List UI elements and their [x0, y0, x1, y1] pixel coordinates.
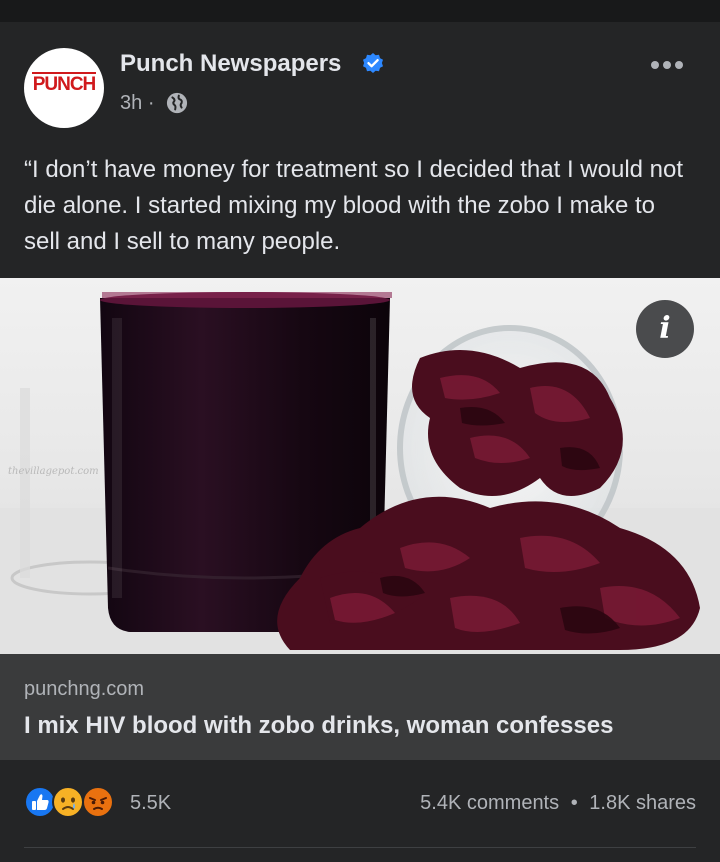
page-name[interactable]: Punch Newspapers — [120, 50, 341, 78]
engagement-stats: 5.4K comments • 1.8K shares — [420, 792, 696, 815]
verified-badge-icon — [363, 53, 383, 73]
post-time[interactable]: 3h — [120, 92, 142, 114]
reactions-bar: 5.5K 5.4K comments • 1.8K shares — [24, 786, 696, 826]
post-card: PUNCH Punch Newspapers 3h · “I don’t hav… — [0, 22, 720, 862]
shares-count[interactable]: 1.8K shares — [589, 792, 696, 814]
zobo-drink-photo — [0, 292, 720, 654]
post-caption: “I don’t have money for treatment so I d… — [24, 156, 684, 255]
link-domain: punchng.com — [24, 678, 145, 700]
link-preview[interactable]: punchng.com I mix HIV blood with zobo dr… — [0, 654, 720, 760]
post-header: PUNCH Punch Newspapers 3h · — [24, 48, 696, 128]
page-avatar[interactable]: PUNCH — [24, 48, 104, 128]
reaction-count[interactable]: 5.5K — [130, 792, 171, 815]
info-icon[interactable]: i — [636, 300, 694, 358]
stats-dot: • — [570, 792, 578, 814]
globe-icon — [166, 92, 188, 114]
sad-icon[interactable] — [52, 786, 84, 818]
divider — [24, 847, 696, 848]
meta-separator: · — [147, 92, 155, 114]
more-options-icon[interactable] — [650, 58, 684, 72]
image-watermark: thevillagepot.com — [8, 466, 99, 477]
post-image[interactable]: thevillagepot.com i — [0, 278, 720, 654]
comments-count[interactable]: 5.4K comments — [420, 792, 559, 814]
post-meta: 3h · — [120, 92, 154, 115]
link-headline[interactable]: I mix HIV blood with zobo drinks, woman … — [24, 712, 613, 740]
avatar-logo-text: PUNCH — [32, 74, 97, 95]
angry-icon[interactable] — [82, 786, 114, 818]
